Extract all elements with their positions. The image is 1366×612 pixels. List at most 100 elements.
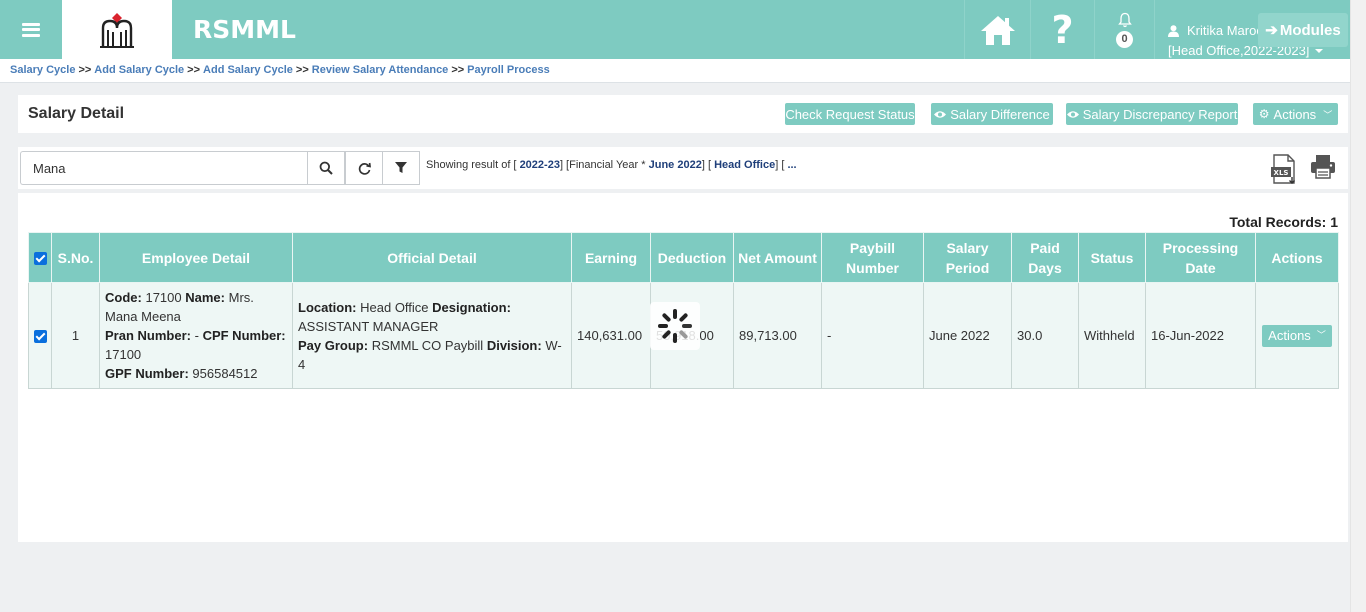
search-toolbar: Showing result of [ 2022-23] [Financial … (18, 147, 1348, 189)
vertical-scrollbar[interactable] (1350, 0, 1366, 612)
actions-label: Actions (1273, 106, 1317, 122)
menu-toggle-button[interactable] (0, 0, 62, 59)
breadcrumb-separator: >> (295, 64, 309, 76)
breadcrumb: Salary Cycle >> Add Salary Cycle >> Add Sala… (0, 59, 1350, 83)
col-paybill-number: Paybill Number (821, 232, 924, 283)
cell-earning: 140,631.00 (571, 282, 651, 389)
salary-difference-button[interactable]: Salary Difference (931, 103, 1053, 125)
cell-paid-days: 30.0 (1011, 282, 1079, 389)
filter-summary-text: ] [Financial Year * (559, 159, 646, 171)
check-request-status-button[interactable]: Check Request Status (785, 103, 915, 125)
home-button[interactable] (964, 0, 1030, 59)
user-icon (1168, 25, 1179, 37)
refresh-icon (358, 162, 371, 175)
cpf-label: CPF Number: (202, 328, 286, 343)
arrow-right-icon: ➔ (1265, 22, 1278, 39)
refresh-button[interactable] (345, 151, 383, 185)
code-label: Code: (105, 290, 142, 305)
breadcrumb-separator: >> (451, 64, 465, 76)
question-icon: ? (1051, 7, 1074, 52)
location-value: Head Office (360, 299, 429, 315)
cell-processing-date: 16-Jun-2022 (1145, 282, 1256, 389)
select-all-checkbox[interactable] (28, 232, 52, 283)
salary-discrepancy-report-button[interactable]: Salary Discrepancy Report (1066, 103, 1238, 125)
cell-actions: Actions ﹀ (1255, 282, 1339, 389)
col-net-amount: Net Amount (733, 232, 822, 283)
cell-paybill-number: - (821, 282, 924, 389)
salary-table-panel: Total Records: 1 S.No. Employee Detail O… (18, 193, 1348, 542)
printer-icon (1311, 155, 1335, 179)
paygroup-value: RSMML CO Paybill (371, 337, 484, 353)
pran-number: - (194, 328, 199, 343)
row-checkbox[interactable] (28, 282, 52, 389)
caret-down-icon (1315, 49, 1324, 53)
actions-dropdown-button[interactable]: ⚙ Actions ﹀ (1253, 103, 1338, 125)
filter-more: ... (787, 159, 797, 171)
salary-difference-label: Salary Difference (950, 106, 1050, 122)
hamburger-icon (22, 22, 40, 37)
col-official-detail: Official Detail (292, 232, 572, 283)
col-earning: Earning (571, 232, 651, 283)
col-sno: S.No. (51, 232, 100, 283)
breadcrumb-add-salary-cycle[interactable]: Add Salary Cycle (94, 64, 184, 76)
col-paid-days: Paid Days (1011, 232, 1079, 283)
home-icon (980, 15, 1015, 45)
designation-label: Designation: (432, 299, 511, 315)
filter-button[interactable] (382, 151, 420, 185)
breadcrumb-review-salary-attendance[interactable]: Review Salary Attendance (312, 64, 449, 76)
search-icon (319, 161, 333, 175)
location-label: Location: (298, 299, 357, 315)
row-actions-button[interactable]: Actions ﹀ (1262, 324, 1332, 347)
cell-salary-period: June 2022 (923, 282, 1012, 389)
svg-text:XLS: XLS (1274, 169, 1289, 177)
cell-status: Withheld (1078, 282, 1146, 389)
col-employee-detail: Employee Detail (99, 232, 293, 283)
eye-icon (1066, 110, 1079, 118)
breadcrumb-add-salary-cycle-2[interactable]: Add Salary Cycle (203, 64, 293, 76)
name-label: Name: (185, 290, 225, 305)
print-button[interactable] (1310, 154, 1336, 183)
page-title: Salary Detail (28, 105, 125, 122)
total-records: Total Records: 1 (1229, 214, 1338, 230)
gpf-label: GPF Number: (105, 366, 189, 381)
col-status: Status (1078, 232, 1146, 283)
company-logo[interactable] (62, 0, 172, 59)
cell-sno: 1 (51, 282, 100, 389)
breadcrumb-separator: >> (78, 64, 92, 76)
cell-net-amount: 89,713.00 (733, 282, 822, 389)
filter-year: 2022-23 (519, 159, 560, 171)
checkbox-checked-icon (33, 252, 47, 266)
salary-detail-header: Salary Detail Check Request Status Salar… (18, 95, 1348, 133)
table-header-row: S.No. Employee Detail Official Detail Ea… (28, 232, 1339, 283)
chevron-down-icon: ﹀ (1316, 330, 1326, 340)
top-navbar: RSMML ? 0 Kritika Maroo [Head Office,202… (0, 0, 1350, 59)
breadcrumb-separator: >> (187, 64, 201, 76)
cell-official-detail: Location: Head Office Designation: ASSIS… (292, 282, 572, 389)
user-name: Kritika Maroo (1187, 23, 1264, 38)
help-button[interactable]: ? (1030, 0, 1094, 59)
xls-file-icon: XLS (1271, 154, 1295, 184)
export-xls-button[interactable]: XLS (1270, 154, 1298, 187)
breadcrumb-payroll-process[interactable]: Payroll Process (467, 64, 550, 76)
modules-button[interactable]: ➔ Modules (1258, 13, 1348, 47)
bell-icon (1117, 12, 1132, 27)
gpf-number: 956584512 (192, 366, 258, 381)
modules-label: Modules (1279, 21, 1341, 39)
breadcrumb-salary-cycle[interactable]: Salary Cycle (10, 64, 75, 76)
paygroup-label: Pay Group: (298, 337, 369, 353)
notifications-button[interactable]: 0 (1094, 0, 1154, 59)
app-brand: RSMML (193, 15, 296, 44)
filter-summary-text: ] [ (701, 159, 711, 171)
designation-value: ASSISTANT MANAGER (298, 318, 439, 334)
gear-icon: ⚙ (1258, 107, 1270, 121)
search-input[interactable] (20, 151, 308, 185)
filter-month: June 2022 (648, 159, 702, 171)
filter-office: Head Office (714, 159, 776, 171)
filter-summary-prefix: Showing result of [ (426, 159, 517, 171)
filter-summary: Showing result of [ 2022-23] [Financial … (426, 159, 797, 171)
search-button[interactable] (307, 151, 345, 185)
division-label: Division: (486, 337, 542, 353)
filter-summary-text: ] [ (775, 159, 785, 171)
salary-discrepancy-report-label: Salary Discrepancy Report (1082, 106, 1238, 122)
checkbox-checked-icon (33, 330, 47, 344)
